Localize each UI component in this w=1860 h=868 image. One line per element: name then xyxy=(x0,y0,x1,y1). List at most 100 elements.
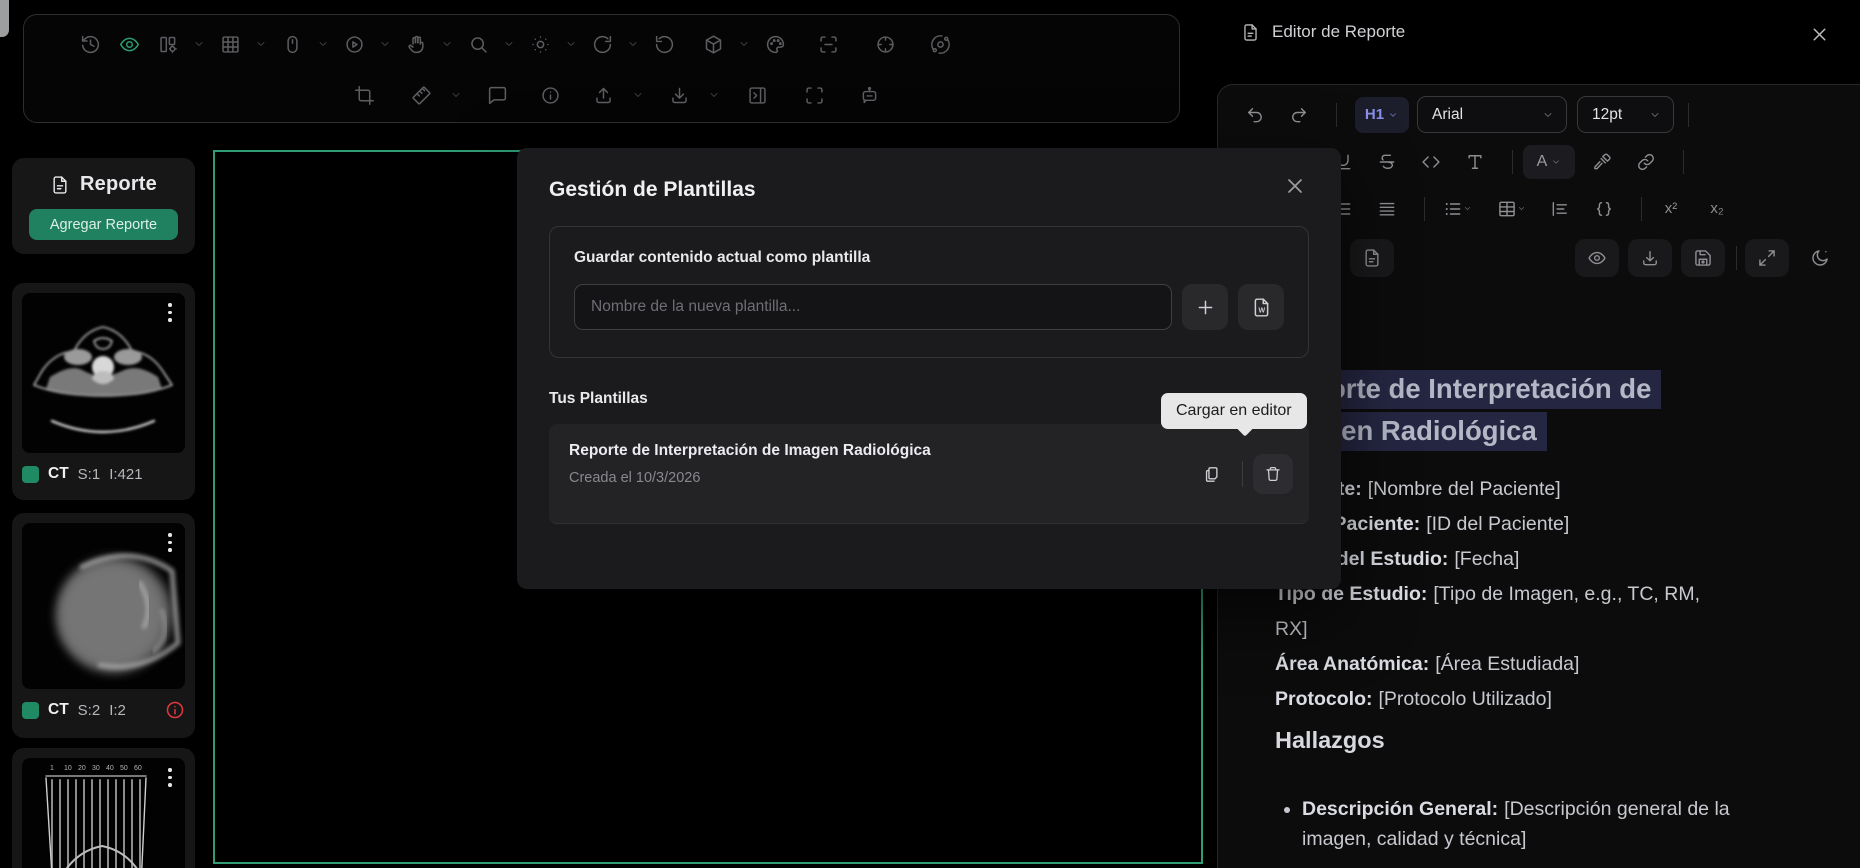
panel-right-icon xyxy=(748,86,766,104)
grid-chevron[interactable] xyxy=(251,26,271,62)
report-document[interactable]: Reporte de Interpretación de Imagen Radi… xyxy=(1275,368,1730,855)
thumbnail-menu-kebab[interactable] xyxy=(163,533,177,563)
modal-close-button[interactable] xyxy=(1283,174,1307,198)
heading-chevron xyxy=(1387,97,1399,133)
info-button[interactable] xyxy=(532,77,568,113)
line-height-button[interactable] xyxy=(1543,192,1577,226)
redo-button[interactable] xyxy=(1282,98,1316,132)
highlighter-button[interactable] xyxy=(1585,145,1619,179)
visibility-button[interactable] xyxy=(111,26,147,62)
layout-settings-button[interactable] xyxy=(150,26,186,62)
rotate-cw-button[interactable] xyxy=(584,26,620,62)
load-template-button[interactable] xyxy=(1192,454,1232,494)
zoom-button[interactable] xyxy=(460,26,496,62)
link-button[interactable] xyxy=(1629,145,1663,179)
heading-style-button[interactable]: H1 xyxy=(1355,96,1409,133)
dark-mode-toggle[interactable] xyxy=(1798,239,1842,277)
editor-close-button[interactable] xyxy=(1809,24,1830,45)
crosshair-button[interactable] xyxy=(867,26,903,62)
mouse-chevron[interactable] xyxy=(313,26,333,62)
series-thumbnail-card[interactable]: CT S:2 I:2 xyxy=(12,513,195,738)
pan-chevron[interactable] xyxy=(437,26,457,62)
text-color-label: A xyxy=(1536,152,1548,170)
side-panel-toggle-button[interactable] xyxy=(739,77,775,113)
document-field: Fecha del Estudio: [Fecha] xyxy=(1275,547,1520,570)
measure-chevron[interactable] xyxy=(446,77,466,113)
cine-chevron[interactable] xyxy=(375,26,395,62)
measure-button[interactable] xyxy=(403,77,439,113)
thumbnail-image-skull[interactable] xyxy=(22,523,185,689)
volume-3d-button[interactable] xyxy=(695,26,731,62)
delete-template-button[interactable] xyxy=(1253,454,1293,494)
thumbnail-menu-kebab[interactable] xyxy=(163,768,177,798)
maximize-arrows-icon xyxy=(1759,250,1775,266)
thumbnail-image-scout[interactable]: 1 10 20 30 40 50 60 xyxy=(22,758,185,868)
expand-editor-button[interactable] xyxy=(1745,239,1789,277)
ai-assistant-button[interactable] xyxy=(851,77,887,113)
document-title: Reporte de Interpretación de Imagen Radi… xyxy=(1275,368,1730,452)
pan-button[interactable] xyxy=(398,26,434,62)
code-block-button[interactable] xyxy=(1587,192,1621,226)
volume-chevron[interactable] xyxy=(734,26,754,62)
mpr-orbit-button[interactable] xyxy=(922,26,958,62)
subscript-button[interactable]: x₂ xyxy=(1698,200,1736,217)
page-template-button[interactable] xyxy=(1350,239,1394,277)
modal-title: Gestión de Plantillas xyxy=(549,178,756,201)
download-chevron[interactable] xyxy=(704,77,724,113)
series-thumbnail-card[interactable]: 1 10 20 30 40 50 60 xyxy=(12,748,195,868)
list-button[interactable] xyxy=(1435,192,1479,226)
table-button[interactable] xyxy=(1489,192,1533,226)
rotate-ccw-button[interactable] xyxy=(646,26,682,62)
history-button[interactable] xyxy=(72,26,108,62)
add-template-button[interactable] xyxy=(1182,284,1228,330)
cine-play-button[interactable] xyxy=(336,26,372,62)
layout-chevron[interactable] xyxy=(189,26,209,62)
report-panel-header: Reporte xyxy=(12,173,195,196)
undo-button[interactable] xyxy=(1238,98,1272,132)
save-report-button[interactable] xyxy=(1681,239,1725,277)
preview-button[interactable] xyxy=(1575,239,1619,277)
rotate-chevron[interactable] xyxy=(623,26,643,62)
download-button[interactable] xyxy=(661,77,697,113)
svg-text:30: 30 xyxy=(92,765,100,772)
thumbnail-image-axial-ct[interactable] xyxy=(22,293,185,453)
file-text-icon xyxy=(53,175,67,194)
crop-button[interactable] xyxy=(346,77,382,113)
align-justify-button[interactable] xyxy=(1370,192,1404,226)
text-format-button[interactable] xyxy=(1458,145,1492,179)
palette-icon xyxy=(766,35,784,53)
template-name: Reporte de Interpretación de Imagen Radi… xyxy=(569,442,931,459)
code-icon xyxy=(1422,155,1440,168)
list-bar-icon xyxy=(1552,201,1567,216)
fullscreen-button[interactable] xyxy=(796,77,832,113)
window-level-button[interactable] xyxy=(522,26,558,62)
export-chevron[interactable] xyxy=(628,77,648,113)
template-list-item[interactable]: Reporte de Interpretación de Imagen Radi… xyxy=(549,393,1309,524)
code-button[interactable] xyxy=(1414,145,1448,179)
annotation-button[interactable] xyxy=(479,77,515,113)
download-report-button[interactable] xyxy=(1628,239,1672,277)
scan-range-button[interactable] xyxy=(810,26,846,62)
export-button[interactable] xyxy=(585,77,621,113)
mouse-bindings-button[interactable] xyxy=(274,26,310,62)
thumbnail-menu-kebab[interactable] xyxy=(163,303,177,333)
zoom-chevron[interactable] xyxy=(499,26,519,62)
window-level-chevron[interactable] xyxy=(561,26,581,62)
add-report-button[interactable]: Agregar Reporte xyxy=(29,209,178,240)
grid-layout-button[interactable] xyxy=(212,26,248,62)
text-color-button[interactable]: A xyxy=(1523,144,1575,179)
font-size-value: 12pt xyxy=(1592,105,1623,123)
colormap-button[interactable] xyxy=(757,26,793,62)
font-size-select[interactable]: 12pt xyxy=(1577,96,1674,133)
template-name-input[interactable] xyxy=(574,284,1172,330)
import-word-button[interactable]: W xyxy=(1238,284,1284,330)
font-family-select[interactable]: Arial xyxy=(1417,96,1567,133)
series-thumbnail-card[interactable]: CT S:1 I:421 xyxy=(12,283,195,500)
download-icon xyxy=(671,87,687,103)
superscript-button[interactable]: x² xyxy=(1652,200,1690,217)
rotate-ccw-icon xyxy=(655,35,673,53)
template-created-date: Creada el 10/3/2026 xyxy=(569,470,701,486)
bot-chat-icon xyxy=(862,86,876,103)
warning-info-icon[interactable] xyxy=(165,700,185,720)
strikethrough-button[interactable] xyxy=(1370,145,1404,179)
